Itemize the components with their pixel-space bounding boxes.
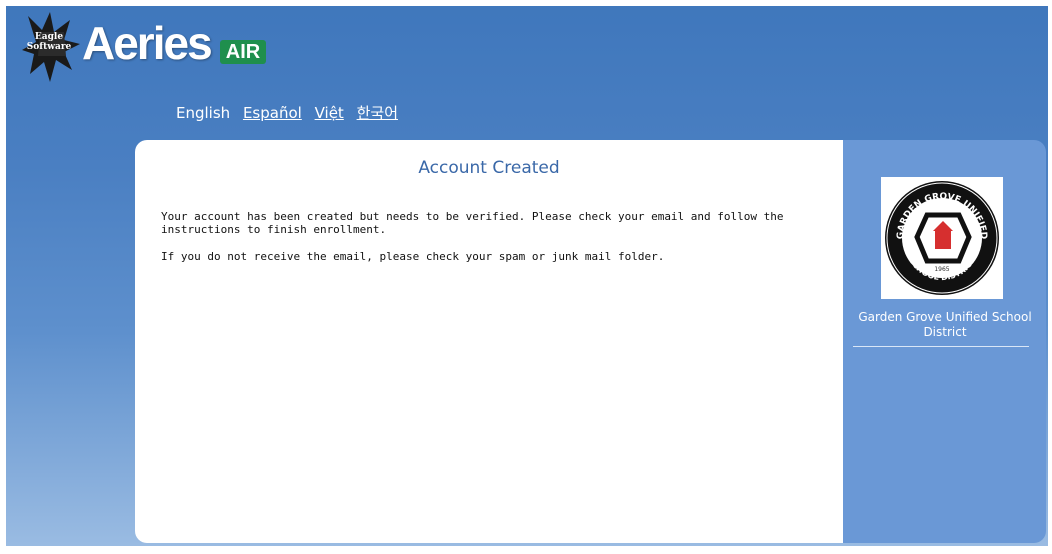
logo-year: 1965 <box>934 266 949 273</box>
district-sidebar: GARDEN GROVE UNIFIED SCHOOL DISTRICT 196… <box>843 140 1046 543</box>
district-name: Garden Grove Unified School District <box>858 310 1032 339</box>
brand-name: Aeries <box>82 17 213 69</box>
eagle-software-label: Eagle Software <box>26 32 72 52</box>
language-korean-link[interactable]: 한국어 <box>357 104 398 122</box>
language-selector: English Español Việt 한국어 <box>176 102 406 123</box>
window-frame-top <box>0 0 1052 6</box>
language-espanol-link[interactable]: Español <box>243 104 302 122</box>
main-panel: Account Created Your account has been cr… <box>135 140 843 543</box>
district-seal-icon: GARDEN GROVE UNIFIED SCHOOL DISTRICT 196… <box>885 181 999 295</box>
window-frame-left <box>0 0 6 554</box>
language-english: English <box>176 104 231 122</box>
aeries-logo: Eagle Software Aeries AIR <box>20 10 270 90</box>
brand-badge: AIR <box>220 40 266 64</box>
verification-message: Your account has been created but needs … <box>161 210 784 236</box>
page-title: Account Created <box>418 158 560 178</box>
window-frame-bottom <box>0 546 1052 554</box>
divider <box>853 346 1029 347</box>
spam-notice: If you do not receive the email, please … <box>161 250 665 263</box>
district-logo: GARDEN GROVE UNIFIED SCHOOL DISTRICT 196… <box>881 177 1003 299</box>
language-viet-link[interactable]: Việt <box>315 104 344 122</box>
message-body: Your account has been created but needs … <box>161 210 821 277</box>
window-frame-right <box>1048 0 1052 554</box>
